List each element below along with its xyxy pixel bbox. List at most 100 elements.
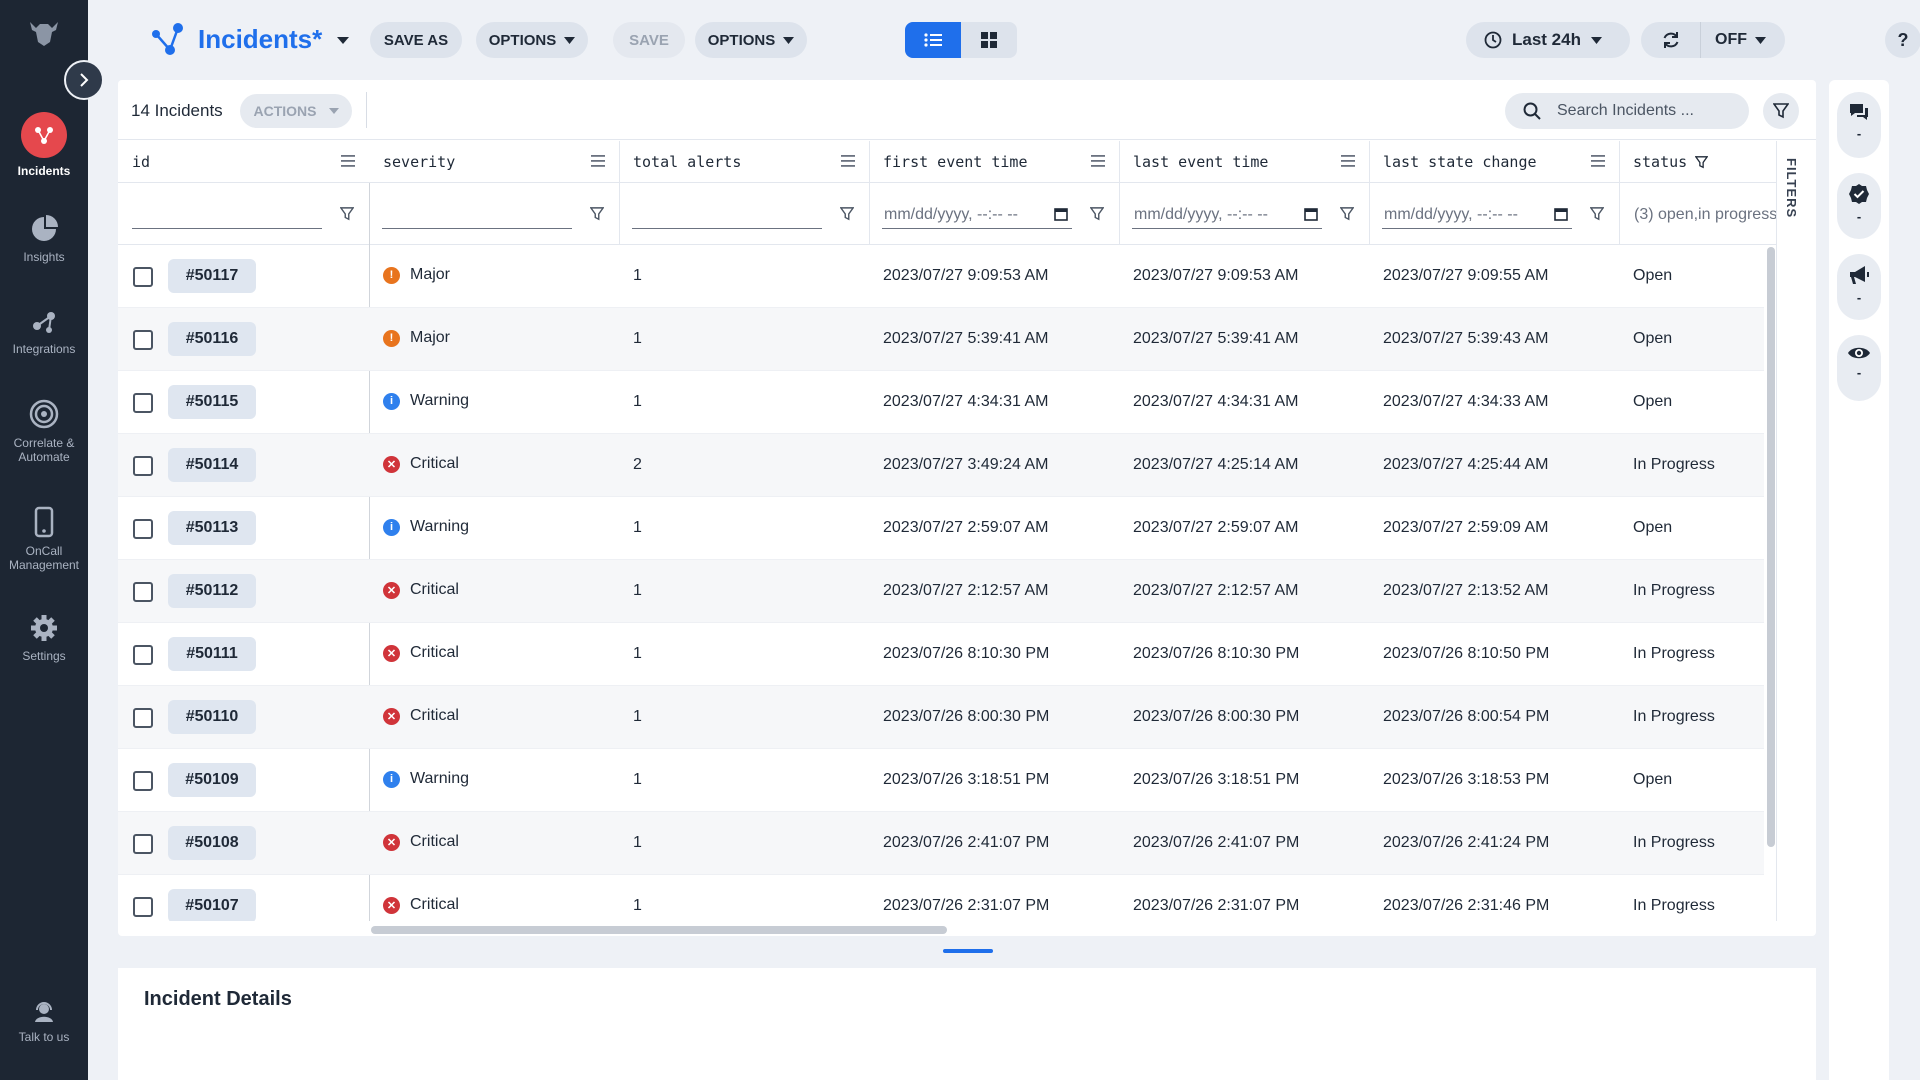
row-checkbox[interactable] — [133, 708, 153, 728]
search-input[interactable]: Search Incidents ... — [1505, 93, 1749, 129]
last-state-change-cell: 2023/07/26 8:10:50 PM — [1383, 645, 1550, 662]
table-row[interactable]: #50116! Major 1 2023/07/27 5:39:41 AM 2023/0… — [118, 308, 1764, 371]
incident-id-link[interactable]: #50117 — [168, 259, 256, 293]
column-header-status[interactable]: status — [1619, 141, 1776, 183]
divider — [366, 92, 367, 128]
row-checkbox[interactable] — [133, 897, 153, 917]
table-row[interactable]: #50117! Major 1 2023/07/27 9:09:53 AM 2023/0… — [118, 245, 1764, 308]
incident-id-link[interactable]: #50110 — [168, 700, 256, 734]
status-filter-input[interactable]: (3) open,in progress — [1632, 201, 1776, 229]
status-cell: In Progress — [1633, 834, 1715, 851]
nav-item-talk-to-us[interactable]: Talk to us — [0, 1000, 88, 1044]
column-header-severity[interactable]: severity — [369, 141, 619, 183]
calendar-icon[interactable] — [1054, 207, 1068, 221]
chevron-down-icon[interactable] — [336, 36, 350, 45]
calendar-icon[interactable] — [1554, 207, 1568, 221]
id-filter-input[interactable] — [132, 201, 322, 229]
nav-item-oncall-management[interactable]: OnCall Management — [0, 506, 88, 572]
page-title[interactable]: Incidents* — [198, 24, 322, 55]
severity-filter-input[interactable] — [382, 201, 572, 229]
panel-resize-handle[interactable] — [943, 949, 993, 953]
first-event-time-filter-input[interactable]: mm/dd/yyyy, --:-- -- — [882, 201, 1072, 229]
options-button-1[interactable]: OPTIONS — [476, 22, 588, 58]
help-button[interactable]: ? — [1885, 22, 1920, 58]
total-alerts-filter-input[interactable] — [632, 201, 822, 229]
rail-button-announce[interactable]: - — [1837, 254, 1881, 320]
column-menu-icon[interactable] — [1341, 155, 1355, 167]
funnel-icon[interactable] — [590, 207, 604, 221]
grid-view-button[interactable] — [961, 22, 1017, 58]
actions-button[interactable]: ACTIONS — [240, 94, 352, 128]
funnel-icon[interactable] — [1090, 207, 1104, 221]
row-checkbox[interactable] — [133, 519, 153, 539]
column-header-first-event-time[interactable]: first event time — [869, 141, 1119, 183]
last-event-time-filter-input[interactable]: mm/dd/yyyy, --:-- -- — [1132, 201, 1322, 229]
column-menu-icon[interactable] — [341, 155, 355, 167]
calendar-icon[interactable] — [1304, 207, 1318, 221]
table-row[interactable]: #50111 ✕ Critical 1 2023/07/26 8:10:30 PM 202… — [118, 623, 1764, 686]
column-menu-icon[interactable] — [1591, 155, 1605, 167]
table-row[interactable]: #50114 ✕ Critical 2 2023/07/27 3:49:24 AM 202… — [118, 434, 1764, 497]
incident-id-link[interactable]: #50115 — [168, 385, 256, 419]
incident-id-link[interactable]: #50107 — [168, 889, 256, 921]
table-row[interactable]: #50113 i Warning 1 2023/07/27 2:59:07 AM 2023… — [118, 497, 1764, 560]
nav-item-settings[interactable]: Settings — [0, 613, 88, 663]
incident-id-link[interactable]: #50114 — [168, 448, 256, 482]
funnel-icon[interactable] — [840, 207, 854, 221]
row-checkbox[interactable] — [133, 582, 153, 602]
incident-id-link[interactable]: #50112 — [168, 574, 256, 608]
options-button-2[interactable]: OPTIONS — [695, 22, 807, 58]
rail-button-chat[interactable]: - — [1837, 92, 1881, 158]
bull-logo-icon[interactable] — [26, 18, 62, 48]
last-state-change-filter-input[interactable]: mm/dd/yyyy, --:-- -- — [1382, 201, 1572, 229]
save-button[interactable]: SAVE — [613, 22, 685, 58]
incident-id-link[interactable]: #50113 — [168, 511, 256, 545]
incident-id-link[interactable]: #50108 — [168, 826, 256, 860]
row-checkbox[interactable] — [133, 456, 153, 476]
column-menu-icon[interactable] — [591, 155, 605, 167]
row-checkbox[interactable] — [133, 771, 153, 791]
incident-id-link[interactable]: #50111 — [168, 637, 256, 671]
row-checkbox[interactable] — [133, 645, 153, 665]
row-checkbox[interactable] — [133, 834, 153, 854]
severity-label: Warning — [410, 392, 469, 409]
column-header-last-state-change[interactable]: last state change — [1369, 141, 1619, 183]
refresh-interval-dropdown[interactable]: OFF — [1701, 31, 1766, 49]
horizontal-scrollbar[interactable] — [371, 926, 947, 934]
table-row[interactable]: #50109 i Warning 1 2023/07/26 3:18:51 PM 2023… — [118, 749, 1764, 812]
funnel-icon[interactable] — [340, 207, 354, 221]
vertical-scrollbar[interactable] — [1767, 247, 1775, 847]
last-event-time-cell: 2023/07/27 4:34:31 AM — [1133, 393, 1299, 410]
rail-button-verified[interactable]: - — [1837, 173, 1881, 239]
table-row[interactable]: #50110 ✕ Critical 1 2023/07/26 8:00:30 PM 202… — [118, 686, 1764, 749]
column-header-total-alerts[interactable]: total alerts — [619, 141, 869, 183]
refresh-button[interactable] — [1641, 22, 1701, 58]
incident-id-link[interactable]: #50116 — [168, 322, 256, 356]
filter-button[interactable] — [1763, 93, 1799, 129]
table-row[interactable]: #50108 ✕ Critical 1 2023/07/26 2:41:07 PM 202… — [118, 812, 1764, 875]
row-checkbox[interactable] — [133, 267, 153, 287]
rail-button-watch[interactable]: - — [1837, 335, 1881, 401]
nav-item-integrations[interactable]: Integrations — [0, 306, 88, 356]
column-header-last-event-time[interactable]: last event time — [1119, 141, 1369, 183]
column-menu-icon[interactable] — [1091, 155, 1105, 167]
expand-nav-button[interactable] — [64, 60, 104, 100]
nav-item-insights[interactable]: Insights — [0, 214, 88, 264]
table-row[interactable]: #50112 ✕ Critical 1 2023/07/27 2:12:57 AM 202… — [118, 560, 1764, 623]
column-header-id[interactable]: id — [118, 141, 368, 183]
incident-id-link[interactable]: #50109 — [168, 763, 256, 797]
list-view-button[interactable] — [905, 22, 961, 58]
funnel-icon[interactable] — [1590, 207, 1604, 221]
row-checkbox[interactable] — [133, 393, 153, 413]
table-row[interactable]: #50115 i Warning 1 2023/07/27 4:34:31 AM 2023… — [118, 371, 1764, 434]
filters-side-tab[interactable]: FILTERS — [1779, 158, 1803, 228]
save-as-button[interactable]: SAVE AS — [370, 22, 462, 58]
nav-item-incidents[interactable]: Incidents — [0, 112, 88, 178]
column-menu-icon[interactable] — [841, 155, 855, 167]
funnel-icon[interactable] — [1340, 207, 1354, 221]
total-alerts-cell: 2 — [633, 456, 642, 473]
row-checkbox[interactable] — [133, 330, 153, 350]
time-range-selector[interactable]: Last 24h — [1466, 22, 1630, 58]
table-row[interactable]: #50107 ✕ Critical 1 2023/07/26 2:31:07 PM 202… — [118, 875, 1764, 921]
nav-item-correlate-automate[interactable]: Correlate & Automate — [0, 398, 88, 464]
